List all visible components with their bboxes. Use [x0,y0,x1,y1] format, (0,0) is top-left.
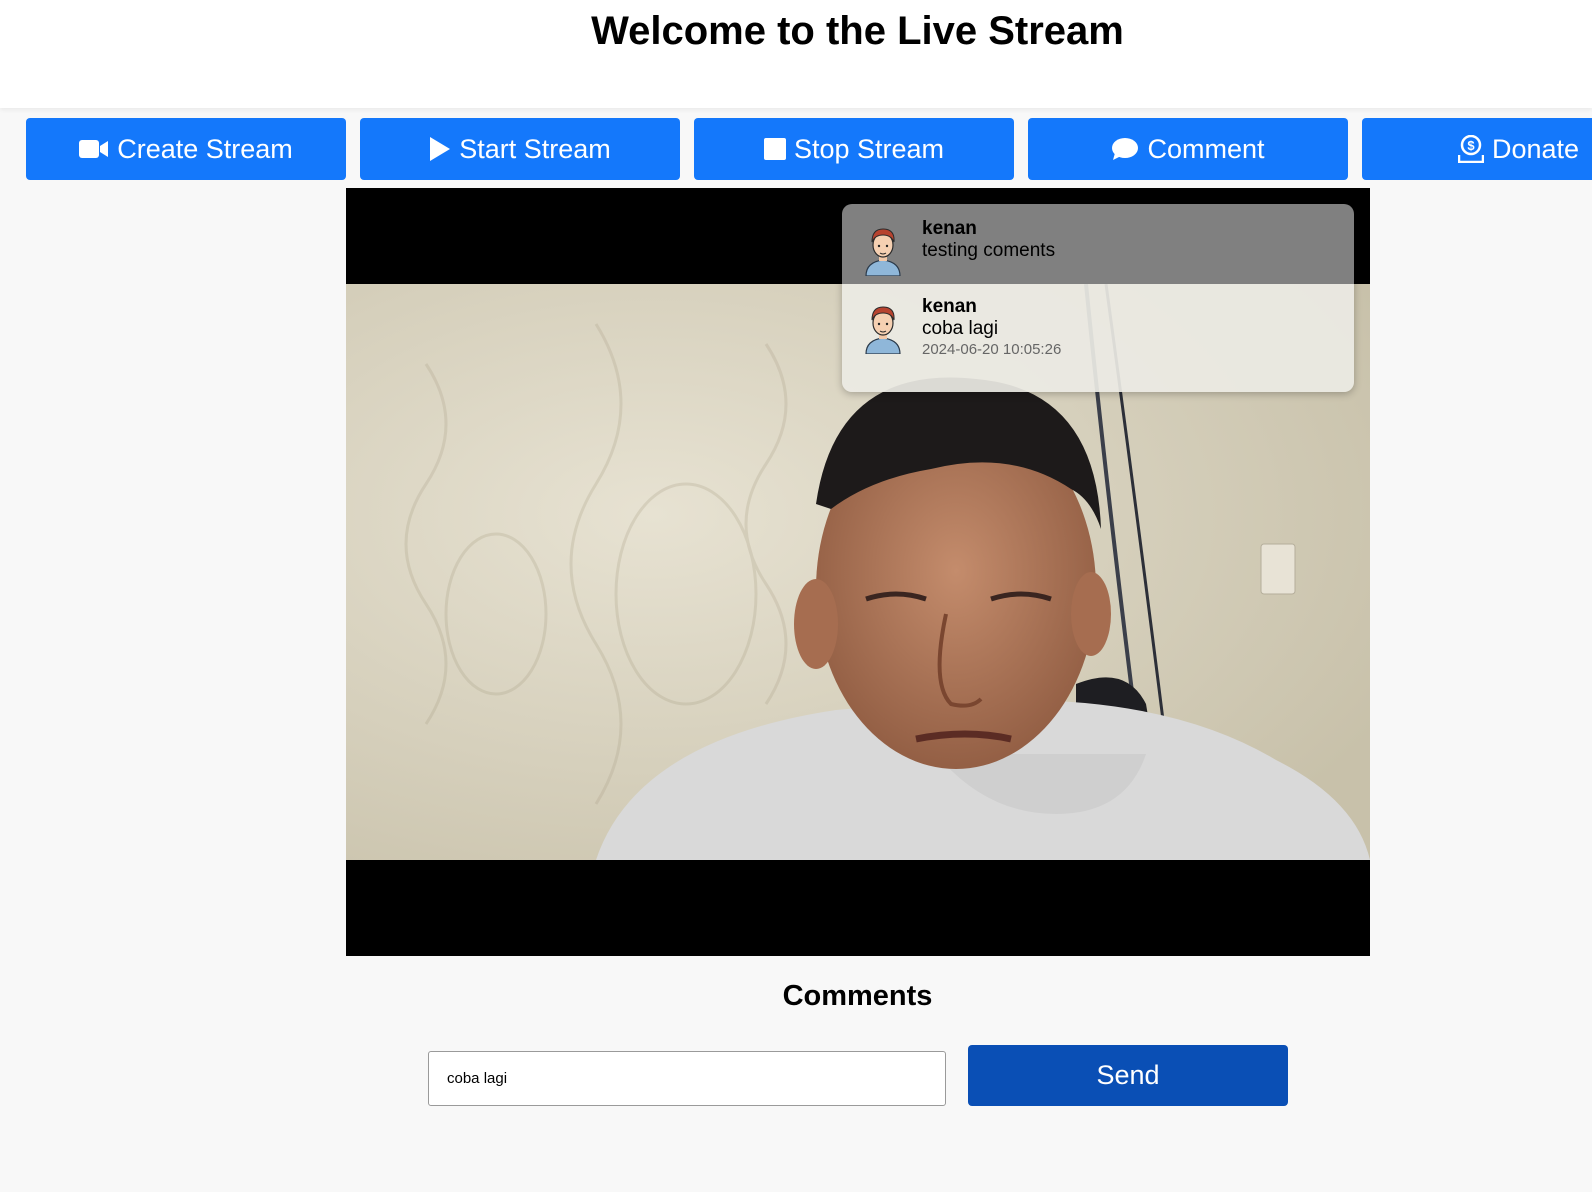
create-stream-button[interactable]: Create Stream [26,118,346,180]
stop-stream-label: Stop Stream [793,133,945,164]
stop-stream-button[interactable]: Stop Stream [694,118,1014,180]
donate-icon: $ [1458,135,1484,163]
stop-icon [763,138,786,160]
comment-input[interactable] [428,1051,946,1106]
play-icon [430,137,451,161]
overlay-comment-item: kenan coba lagi 2024-06-20 10:05:26 [842,284,1354,392]
comments-heading: Comments [782,980,933,1012]
comment-text-block: kenan coba lagi 2024-06-20 10:05:26 [922,296,1061,360]
comment-button[interactable]: Comment [1028,118,1348,180]
svg-text:$: $ [1467,138,1475,153]
comment-text-block: kenan testing coments [922,218,1055,262]
overlay-comment-item: kenan testing coments [842,204,1354,284]
page-title: Welcome to the Live Stream [591,9,1124,53]
comment-icon [1112,138,1139,160]
start-stream-button[interactable]: Start Stream [360,118,680,180]
user-avatar-icon [865,228,901,276]
comment-message: coba lagi [922,318,999,339]
donate-label: Donate [1492,133,1580,164]
create-stream-label: Create Stream [117,133,293,164]
comment-timestamp: 2024-06-20 10:05:26 [922,341,1062,358]
comment-label: Comment [1147,133,1265,164]
comment-message: testing coments [922,240,1056,261]
send-button[interactable]: Send [968,1045,1288,1106]
video-camera-icon [79,140,109,158]
user-avatar-icon [865,306,901,354]
stream-toolbar: Create Stream Start Stream Stop Stream C… [26,118,1592,180]
comment-username: kenan [922,296,977,317]
start-stream-label: Start Stream [459,133,611,164]
live-comments-overlay: kenan testing coments kenan coba lagi 20… [842,204,1354,392]
comment-username: kenan [922,218,977,239]
page-header: Welcome to the Live Stream [0,0,1592,108]
donate-button[interactable]: $ Donate [1362,118,1592,180]
